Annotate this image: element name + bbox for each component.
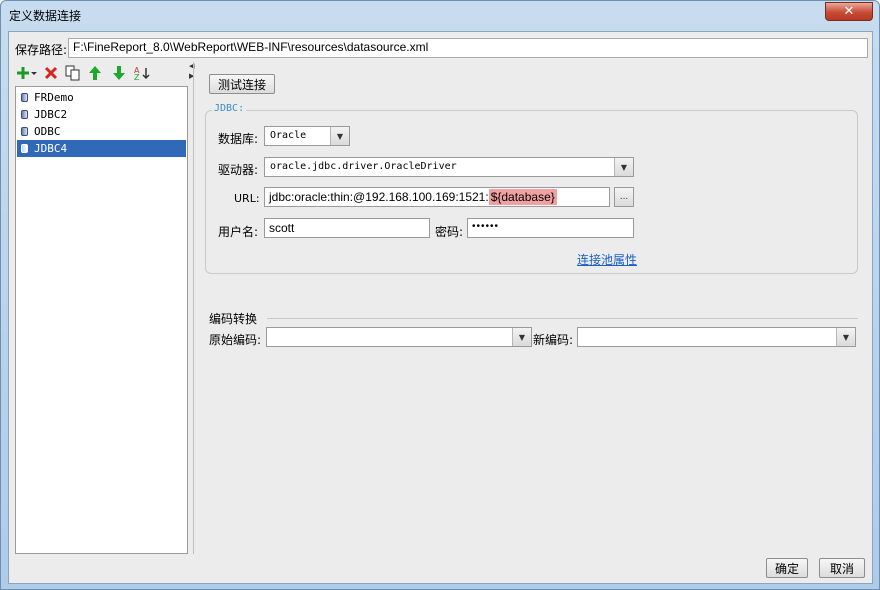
copy-button[interactable] — [63, 63, 83, 83]
chevron-down-icon[interactable]: ▼ — [512, 328, 531, 346]
original-encoding-select[interactable]: ▼ — [266, 327, 532, 347]
encoding-section-divider — [267, 318, 858, 319]
datasource-list[interactable]: FRDemo JDBC2 ODBC JDBC4 — [15, 86, 188, 554]
encoding-section-title: 编码转换 — [209, 312, 258, 326]
connection-settings: 测试连接 JDBC: 数据库: Oracle ▼ 驱动器: oracle.jdb… — [195, 62, 868, 554]
url-browse-button[interactable]: ... — [614, 187, 634, 207]
close-icon: ✕ — [843, 4, 855, 19]
jdbc-group-title: JDBC: — [212, 103, 247, 114]
chevron-down-icon[interactable]: ▼ — [614, 158, 633, 176]
driver-select[interactable]: oracle.jdbc.driver.OracleDriver ▼ — [264, 157, 634, 177]
url-text: jdbc:oracle:thin:@192.168.100.169:1521: — [269, 190, 489, 204]
chevron-down-icon[interactable]: ▼ — [836, 328, 855, 346]
move-down-button[interactable] — [109, 63, 129, 83]
original-encoding-label: 原始编码: — [209, 333, 262, 347]
datasource-item[interactable]: JDBC2 — [17, 106, 186, 123]
close-button[interactable]: ✕ — [825, 2, 873, 21]
ok-button[interactable]: 确定 — [766, 558, 808, 578]
dialog-client: 保存路径: F:\FineReport_8.0\WebReport\WEB-IN… — [8, 31, 873, 584]
url-field[interactable]: jdbc:oracle:thin:@192.168.100.169:1521: $… — [264, 187, 610, 207]
svg-text:Z: Z — [134, 73, 140, 81]
database-icon — [21, 127, 28, 136]
datasource-toolbar: A Z — [15, 62, 188, 84]
test-connection-button[interactable]: 测试连接 — [209, 74, 275, 94]
connection-pool-link[interactable]: 连接池属性 — [577, 251, 637, 268]
database-icon — [21, 93, 28, 102]
chevron-down-icon[interactable]: ▼ — [330, 127, 349, 145]
title-bar[interactable]: 定义数据连接 ✕ — [1, 1, 879, 31]
datasource-item[interactable]: ODBC — [17, 123, 186, 140]
username-field[interactable]: scott — [264, 218, 430, 238]
pane-divider — [193, 62, 194, 554]
new-encoding-select[interactable]: ▼ — [577, 327, 856, 347]
dialog-window: 定义数据连接 ✕ 保存路径: F:\FineReport_8.0\WebRepo… — [0, 0, 880, 590]
save-path-label: 保存路径: — [15, 43, 68, 57]
window-title: 定义数据连接 — [9, 9, 82, 23]
cancel-button[interactable]: 取消 — [819, 558, 865, 578]
password-field[interactable]: •••••• — [467, 218, 634, 238]
arrow-up-icon — [89, 66, 101, 80]
add-button[interactable] — [17, 63, 37, 83]
jdbc-group: JDBC: 数据库: Oracle ▼ 驱动器: oracle.jdbc.dri… — [205, 103, 858, 274]
database-value: Oracle — [270, 130, 307, 141]
password-label: 密码: — [435, 225, 464, 239]
datasource-item-selected[interactable]: JDBC4 — [17, 140, 186, 157]
arrow-down-icon — [113, 66, 125, 80]
sort-icon: A Z — [134, 66, 150, 81]
database-icon — [21, 110, 28, 119]
url-highlight: ${database} — [488, 189, 557, 205]
database-select[interactable]: Oracle ▼ — [264, 126, 350, 146]
dialog-footer: 确定 取消 — [15, 558, 870, 580]
url-label: URL: — [234, 192, 260, 205]
sort-button[interactable]: A Z — [133, 63, 153, 83]
new-encoding-label: 新编码: — [533, 333, 574, 347]
delete-icon — [44, 66, 58, 80]
datasource-item[interactable]: FRDemo — [17, 89, 186, 106]
datasource-pane: A Z FRDemo JDBC2 ODBC JDBC4 — [15, 62, 188, 554]
copy-icon — [65, 65, 80, 81]
move-up-button[interactable] — [85, 63, 105, 83]
username-label: 用户名: — [218, 225, 259, 239]
delete-button[interactable] — [41, 63, 61, 83]
driver-value: oracle.jdbc.driver.OracleDriver — [270, 161, 457, 172]
driver-label: 驱动器: — [218, 163, 259, 177]
add-icon — [17, 67, 37, 79]
save-path-row: 保存路径: F:\FineReport_8.0\WebReport\WEB-IN… — [15, 38, 870, 58]
database-label: 数据库: — [218, 132, 259, 146]
save-path-field[interactable]: F:\FineReport_8.0\WebReport\WEB-INF\reso… — [68, 38, 868, 58]
database-icon — [21, 144, 28, 153]
